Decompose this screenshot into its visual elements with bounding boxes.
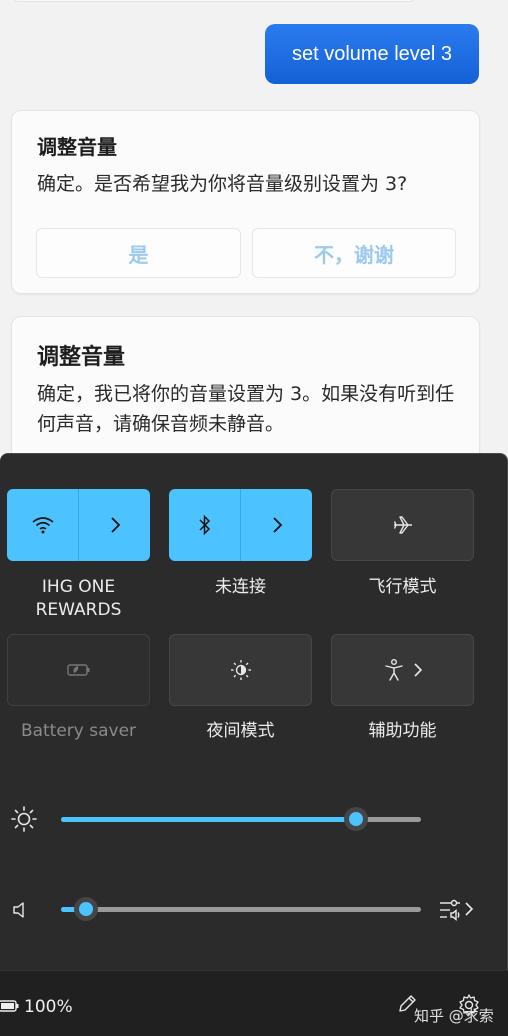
battery-icon — [0, 999, 20, 1013]
wifi-tile[interactable] — [7, 489, 150, 561]
card-body: 确定。是否希望我为你将音量级别设置为 3? — [37, 173, 408, 195]
user-message-text: set volume level 3 — [291, 42, 453, 65]
airplane-mode-tile[interactable] — [331, 489, 474, 561]
night-light-label: 夜间模式 — [206, 721, 275, 741]
quick-settings-panel: IHG ONE REWARDS 未连接 飞行模式 Battery saver 夜… — [0, 453, 508, 1036]
bluetooth-toggle[interactable] — [169, 489, 241, 561]
card-title: 调整音量 — [37, 345, 126, 370]
brightness-slider-row — [0, 799, 508, 839]
brightness-thumb[interactable] — [344, 807, 369, 831]
battery-saver-label: Battery saver — [20, 721, 137, 741]
user-message-bubble: set volume level 3 — [265, 24, 479, 84]
volume-slider-row — [0, 889, 508, 929]
battery-percentage: 100% — [24, 997, 73, 1017]
brightness-fill — [61, 817, 357, 822]
accessibility-label: 辅助功能 — [368, 721, 437, 741]
bluetooth-label: 未连接 — [215, 577, 266, 597]
card-title: 调整音量 — [37, 135, 117, 159]
airplane-mode-label: 飞行模式 — [368, 577, 437, 597]
accessibility-icon — [383, 658, 405, 682]
chevron-right-icon — [464, 901, 474, 917]
battery-saver-tile[interactable] — [7, 634, 150, 706]
volume-track[interactable] — [61, 907, 421, 912]
volume-thumb[interactable] — [74, 897, 99, 921]
chevron-right-icon — [271, 516, 283, 534]
audio-output-button[interactable] — [438, 897, 474, 921]
bluetooth-expand-button[interactable] — [241, 489, 312, 561]
card-body: 确定，我已将你的音量设置为 3。如果没有听到任何声音，请确保音频未静音。 — [37, 383, 455, 435]
bluetooth-icon — [197, 514, 213, 536]
yes-button[interactable]: 是 — [36, 228, 241, 278]
bluetooth-tile[interactable] — [169, 489, 312, 561]
night-light-icon — [229, 658, 253, 682]
wifi-expand-button[interactable] — [79, 489, 150, 561]
no-thanks-button[interactable]: 不，谢谢 — [252, 228, 456, 278]
wifi-icon — [31, 515, 55, 535]
previous-card-edge — [12, 0, 416, 2]
audio-mixer-icon — [438, 897, 464, 921]
confirm-volume-card: 调整音量 确定。是否希望我为你将音量级别设置为 3? 是 不，谢谢 — [11, 110, 480, 294]
battery-saver-icon — [66, 662, 92, 678]
quick-settings-footer: 100% 知乎 @求索 — [0, 970, 508, 1036]
accessibility-tile[interactable] — [331, 634, 474, 706]
chevron-right-icon — [109, 516, 121, 534]
wifi-toggle[interactable] — [7, 489, 79, 561]
wifi-label: IHG ONE REWARDS — [35, 577, 122, 620]
night-light-tile[interactable] — [169, 634, 312, 706]
airplane-icon — [391, 513, 415, 537]
volume-set-card: 调整音量 确定，我已将你的音量设置为 3。如果没有听到任何声音，请确保音频未静音… — [11, 316, 480, 466]
sun-icon — [10, 805, 38, 833]
speaker-icon — [12, 900, 32, 920]
chevron-right-icon — [413, 662, 423, 678]
watermark-text: 知乎 @求索 — [414, 1007, 494, 1025]
